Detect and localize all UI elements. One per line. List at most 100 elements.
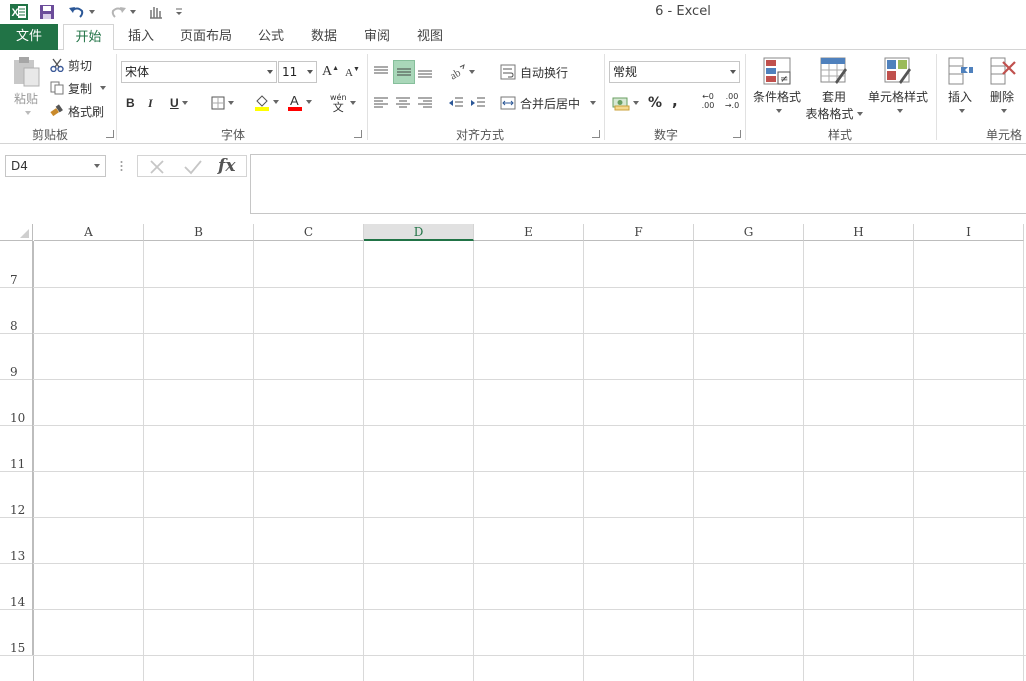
row-header-10[interactable]: 10 xyxy=(0,379,33,425)
delete-cells-button[interactable]: 删除 xyxy=(984,56,1020,122)
column-header-h[interactable]: H xyxy=(804,224,914,241)
row-header-15[interactable]: 15 xyxy=(0,609,33,655)
tab-view[interactable]: 视图 xyxy=(410,24,450,50)
wrap-text-icon xyxy=(500,64,516,80)
increase-decimal-button[interactable]: ←0 .00 xyxy=(698,92,718,114)
column-header-b[interactable]: B xyxy=(144,224,254,241)
orientation-button[interactable]: ab xyxy=(448,62,476,82)
row-header-14[interactable]: 14 xyxy=(0,563,33,609)
ribbon-home: 粘贴 剪切 复制 格式刷 剪贴板 宋体 11 A ▲ A ▼ B I U A w… xyxy=(0,50,1026,144)
conditional-formatting-button[interactable]: ≠ 条件格式 xyxy=(749,56,805,122)
bold-button[interactable]: B xyxy=(126,94,138,112)
tab-file[interactable]: 文件 xyxy=(0,24,58,50)
format-as-table-icon xyxy=(820,57,847,84)
column-header-e[interactable]: E xyxy=(474,224,584,241)
tab-insert[interactable]: 插入 xyxy=(121,24,161,50)
cancel-entry-icon[interactable] xyxy=(148,158,166,179)
formula-bar-grip[interactable] xyxy=(120,159,123,173)
column-gridline xyxy=(803,241,804,681)
row-header-13[interactable]: 13 xyxy=(0,517,33,563)
column-header-i[interactable]: I xyxy=(914,224,1024,241)
row-header-11[interactable]: 11 xyxy=(0,425,33,471)
row-header-7[interactable]: 7 xyxy=(0,241,33,287)
number-dialog-launcher[interactable] xyxy=(733,130,741,138)
format-as-table-label-1: 套用 xyxy=(821,90,846,104)
column-gridline xyxy=(143,241,144,681)
cut-button[interactable]: 剪切 xyxy=(50,56,92,74)
tab-formulas[interactable]: 公式 xyxy=(251,24,291,50)
column-gridline xyxy=(1023,241,1024,681)
decrease-indent-button[interactable] xyxy=(448,94,468,112)
column-header-f[interactable]: F xyxy=(584,224,694,241)
shrink-font-label: A xyxy=(345,67,353,79)
percent-style-button[interactable]: % xyxy=(648,94,662,112)
insert-function-icon[interactable]: fx xyxy=(218,156,235,176)
column-gridline xyxy=(583,241,584,681)
grow-font-button[interactable]: A ▲ xyxy=(322,63,339,81)
worksheet-grid: A B C D E F G H I 7 8 9 10 11 12 13 14 15 xyxy=(0,224,1026,681)
column-header-g[interactable]: G xyxy=(694,224,804,241)
decrease-decimal-button[interactable]: .00 →.0 xyxy=(722,92,742,114)
comma-style-button[interactable]: , xyxy=(672,92,682,110)
formula-input[interactable] xyxy=(250,154,1026,214)
tab-review[interactable]: 审阅 xyxy=(357,24,397,50)
merge-center-button[interactable]: 合并后居中 xyxy=(500,93,597,113)
shrink-font-button[interactable]: A ▼ xyxy=(345,64,361,82)
cells-group-label: 单元格 xyxy=(985,128,1022,142)
confirm-entry-icon[interactable] xyxy=(183,158,203,179)
ribbon-tabs: 文件 开始 插入 页面布局 公式 数据 审阅 视图 xyxy=(0,24,1026,51)
row-gridline xyxy=(0,425,1026,426)
wrap-text-label: 自动换行 xyxy=(520,65,569,80)
alignment-dialog-launcher[interactable] xyxy=(592,130,600,138)
align-middle-button[interactable] xyxy=(393,60,415,84)
number-format-dropdown[interactable]: 常规 xyxy=(609,61,740,83)
align-bottom-button[interactable] xyxy=(417,62,437,82)
increase-indent-button[interactable] xyxy=(470,94,490,112)
accounting-format-button[interactable] xyxy=(612,93,644,113)
clipboard-dialog-launcher[interactable] xyxy=(106,130,114,138)
phonetic-guide-button[interactable]: wén 文 xyxy=(330,90,360,116)
insert-cells-button[interactable]: 插入 xyxy=(942,56,978,122)
row-header-8[interactable]: 8 xyxy=(0,287,33,333)
svg-text:ab: ab xyxy=(448,67,463,80)
format-as-table-button[interactable]: 套用 表格格式 xyxy=(805,56,863,122)
row-header-9[interactable]: 9 xyxy=(0,333,33,379)
format-painter-button[interactable]: 格式刷 xyxy=(50,102,104,120)
column-header-d[interactable]: D xyxy=(364,224,474,241)
tab-data[interactable]: 数据 xyxy=(304,24,344,50)
tab-home[interactable]: 开始 xyxy=(63,24,114,51)
cell-styles-button[interactable]: 单元格样式 xyxy=(866,56,930,122)
cell-styles-icon xyxy=(884,57,911,84)
font-dialog-launcher[interactable] xyxy=(354,130,362,138)
borders-button[interactable] xyxy=(211,94,241,112)
align-left-button[interactable] xyxy=(373,94,393,112)
fill-color-button[interactable] xyxy=(254,92,284,112)
column-header-a[interactable]: A xyxy=(34,224,144,241)
copy-button[interactable]: 复制 xyxy=(50,79,107,97)
name-box[interactable]: D4 xyxy=(5,155,106,177)
font-size-dropdown[interactable]: 11 xyxy=(278,61,317,83)
select-all-button[interactable] xyxy=(0,224,33,241)
font-group-label: 字体 xyxy=(220,128,245,142)
align-middle-icon xyxy=(397,68,411,76)
font-name-dropdown[interactable]: 宋体 xyxy=(121,61,277,83)
align-bottom-icon xyxy=(418,70,432,78)
align-center-icon xyxy=(396,97,410,108)
align-top-button[interactable] xyxy=(373,62,393,82)
row-gridline xyxy=(0,471,1026,472)
group-divider xyxy=(936,54,937,140)
clipboard-group-label: 剪贴板 xyxy=(31,128,68,142)
row-gridline xyxy=(0,563,1026,564)
underline-button[interactable]: U xyxy=(170,94,196,112)
row-gridline xyxy=(0,333,1026,334)
tab-page-layout[interactable]: 页面布局 xyxy=(176,24,236,50)
align-right-button[interactable] xyxy=(417,94,437,112)
align-center-button[interactable] xyxy=(395,94,415,112)
italic-button[interactable]: I xyxy=(148,94,160,112)
font-color-button[interactable]: A xyxy=(287,92,317,112)
wrap-text-button[interactable]: 自动换行 xyxy=(500,62,568,82)
column-header-c[interactable]: C xyxy=(254,224,364,241)
row-header-12[interactable]: 12 xyxy=(0,471,33,517)
paste-button[interactable]: 粘贴 xyxy=(8,56,44,120)
group-divider xyxy=(116,54,117,140)
